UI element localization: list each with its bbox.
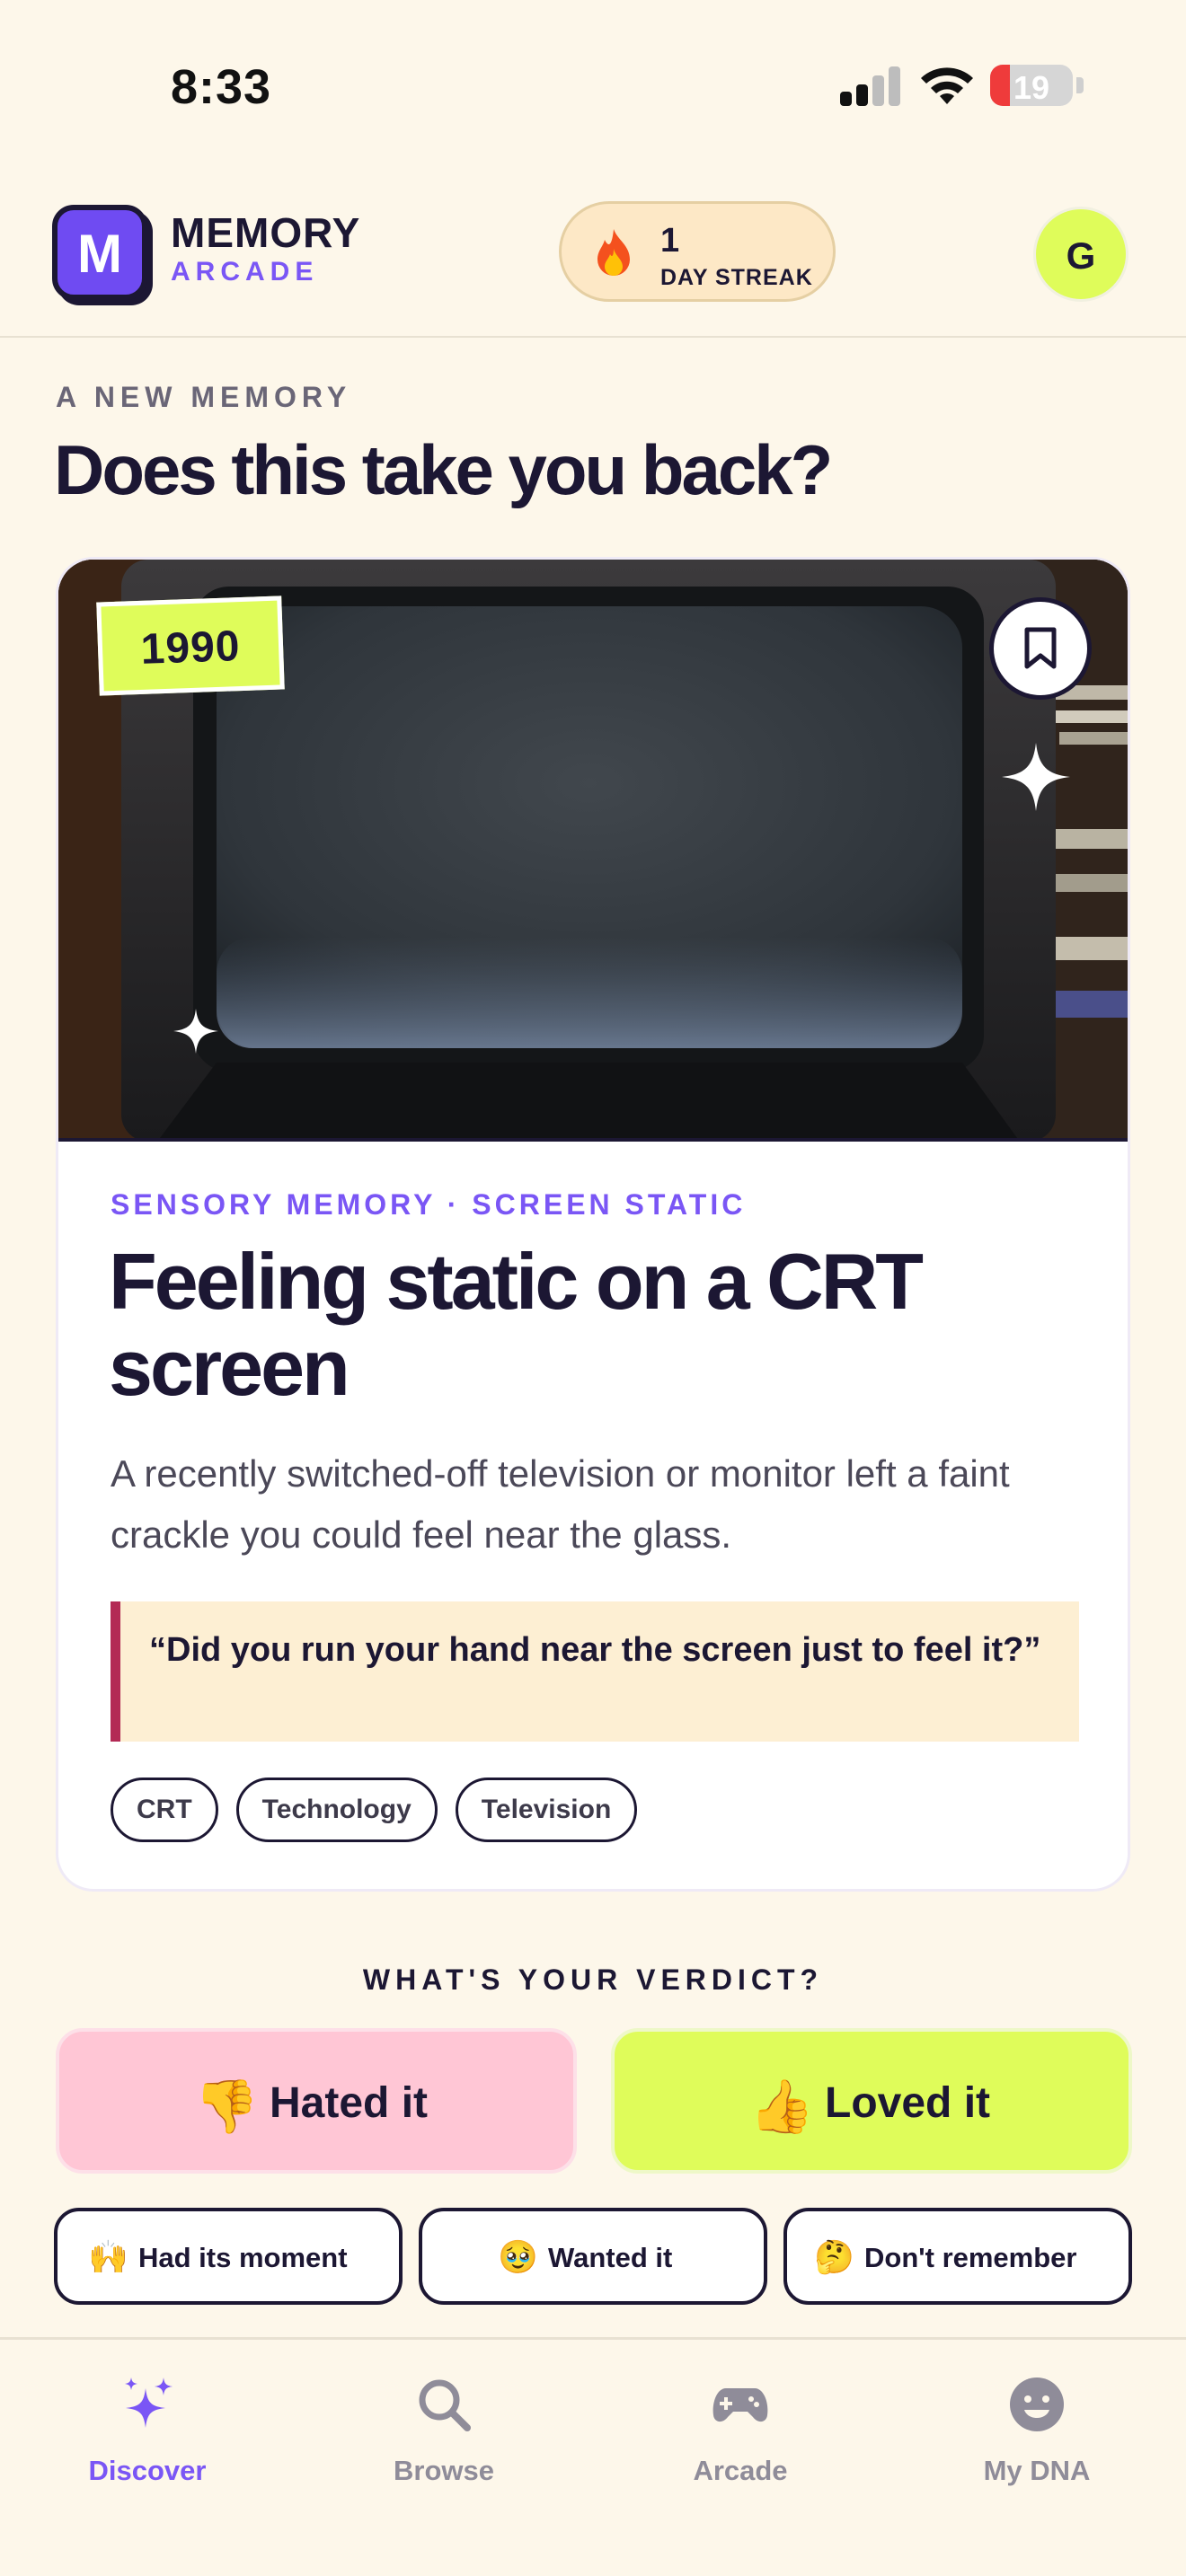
tab-label: My DNA [983,2455,1091,2486]
tab-label: Discover [88,2455,207,2486]
memory-category: SENSORY MEMORY · SCREEN STATIC [111,1188,747,1221]
loved-it-button[interactable]: 👍 Loved it [611,2028,1132,2174]
tab-bar: Discover Browse Arcade My DNA [0,2337,1186,2576]
hated-it-button[interactable]: 👎 Hated it [56,2028,577,2174]
tab-browse[interactable]: Browse [336,2376,552,2501]
section-eyebrow: A NEW MEMORY [56,381,352,413]
wanted-it-label: Wanted it [548,2242,673,2273]
avatar[interactable]: G [1033,207,1128,302]
memory-quote-text: “Did you run your hand near the screen j… [149,1631,1041,1669]
sparkles-icon [125,2378,173,2428]
memory-photo: 1990 [58,560,1128,1142]
smiley-icon [1010,2378,1064,2431]
dont-remember-button[interactable]: 🤔 Don't remember [783,2208,1132,2305]
logo-letter: M [77,224,122,284]
streak-badge[interactable]: 1 DAY STREAK [559,201,836,302]
memory-description: A recently switched-off television or mo… [111,1452,1010,1556]
tab-my-dna[interactable]: My DNA [929,2376,1145,2501]
verdict-label: WHAT'S YOUR VERDICT? [362,1963,824,1996]
sparkle-icon [1002,743,1070,811]
tab-label: Arcade [693,2455,788,2486]
thinking-face-icon: 🤔 [814,2238,854,2275]
tag-chip[interactable]: CRT [111,1778,218,1842]
hated-it-label: Hated it [270,2079,429,2127]
wanted-it-button[interactable]: 🥹 Wanted it [419,2208,767,2305]
wifi-icon [921,67,973,104]
battery-tip [1076,77,1084,93]
bookmark-button[interactable] [989,597,1092,700]
battery-level: 19 [1013,69,1050,106]
search-icon [419,2379,471,2431]
thumbs-down-icon: 👎 [194,2078,260,2136]
loved-it-label: Loved it [825,2079,991,2127]
brand-subtitle: ARCADE [171,257,319,287]
status-bar: 8:33 19 [0,0,1186,171]
app-header: M MEMORY ARCADE 1 DAY STREAK G [0,171,1186,338]
tag-list: CRT Technology Television [111,1778,638,1842]
tag-chip[interactable]: Technology [235,1778,438,1842]
status-time: 8:33 [171,60,272,114]
had-its-moment-label: Had its moment [138,2242,348,2273]
app-logo[interactable]: M [52,205,147,300]
sparkle-icon [173,1009,218,1054]
gamepad-icon [712,2388,768,2422]
tab-discover[interactable]: Discover [40,2376,255,2501]
raised-hands-icon: 🙌 [88,2238,128,2275]
cellular-signal-icon [840,65,901,106]
streak-count: 1 [660,222,680,260]
pleading-face-icon: 🥹 [498,2238,538,2275]
year-label: 1990 [139,622,242,674]
brand-name: MEMORY [171,209,361,256]
tag-chip[interactable]: Television [455,1778,638,1842]
tab-arcade[interactable]: Arcade [633,2376,848,2501]
memory-card: 1990 SENSORY MEMORY · SCREEN STATIC Feel… [56,557,1130,1892]
tab-label: Browse [394,2455,494,2486]
thumbs-up-icon: 👍 [749,2078,815,2136]
streak-label: DAY STREAK [660,265,813,290]
battery-icon: 19 [990,65,1073,106]
bookmark-icon [1024,627,1057,669]
dont-remember-label: Don't remember [864,2242,1077,2273]
memory-quote: “Did you run your hand near the screen j… [111,1601,1079,1742]
avatar-initial: G [1066,234,1096,277]
fire-icon [597,229,630,276]
had-its-moment-button[interactable]: 🙌 Had its moment [54,2208,403,2305]
year-badge: 1990 [96,595,285,696]
memory-title: Feeling static on a CRT screen [109,1237,924,1412]
page-title: Does this take you back? [54,430,833,509]
